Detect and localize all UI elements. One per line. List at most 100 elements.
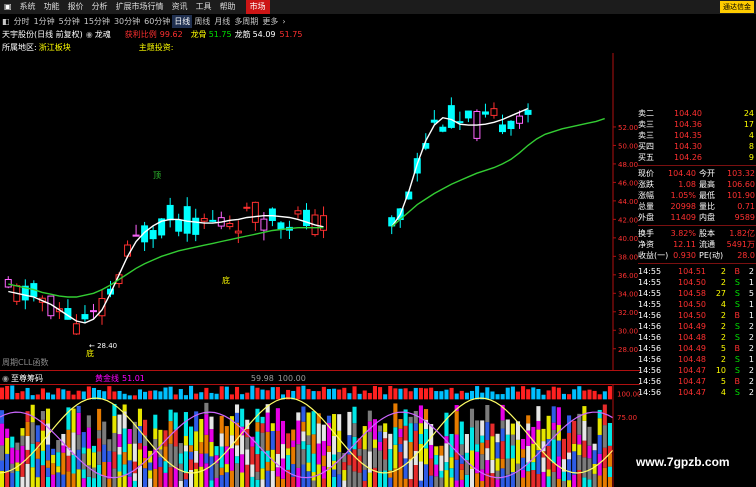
indicator-top-bar [439,391,444,400]
indicator-name[interactable]: 龙魂 [95,29,111,40]
indicator-bar [122,404,127,412]
trade-count: 2 [748,267,754,276]
indicator-bar [480,480,485,487]
menu-system[interactable]: 系统 [16,0,40,14]
period-daily[interactable]: 日线 [172,15,193,28]
app-icon[interactable]: ▣ [0,0,16,14]
indicator-bar [454,480,459,487]
stat-row: 涨幅 1.05% 最低 101.90 [638,190,756,201]
indicator-top-bar [137,389,143,400]
market-button[interactable]: 市场 [245,0,270,14]
order-book-price: 104.30 [674,142,702,151]
menu-analysis[interactable]: 分析 [88,0,112,14]
stat-value: 12.11 [673,240,696,249]
indicator-top-bar [316,391,321,400]
layout-toggle-icon[interactable]: ◧ [0,15,12,28]
annotation-top: 顶 [153,171,161,180]
indicator-bar [148,462,153,471]
indicator-bar [607,476,612,487]
indicator-bar [515,439,521,464]
indicator-bar [398,428,403,438]
indicator-top-bar [127,395,132,400]
order-book-row[interactable]: 买五 104.26 9 [638,152,756,163]
indicator-bar [306,412,311,436]
indicator-top-bar [429,387,434,400]
period-more[interactable]: 更多 [260,15,280,28]
indicator-bar [127,428,132,444]
indicator-top-bar [556,387,561,400]
indicator-top-bar [240,394,245,400]
indicator-bar [418,461,423,481]
indicator-icon[interactable]: ◉ [86,30,93,39]
annotation-bottom-1: 底 [222,275,230,285]
period-5min[interactable]: 5分钟 [57,15,82,28]
indicator-bar [500,458,505,469]
indicator-bar [81,447,86,454]
menu-quote[interactable]: 报价 [64,0,88,14]
period-weekly[interactable]: 周线 [192,15,212,28]
menu-news[interactable]: 资讯 [168,0,192,14]
indicator-bar [71,408,76,433]
corner-button[interactable]: 通达信金 [720,1,754,13]
indicator-bar [352,449,357,472]
indicator-bar [301,449,306,465]
indicator-bar [572,474,577,487]
indicator-bar [158,466,163,487]
indicator-bar [51,448,56,455]
indicator-bar [81,453,86,470]
period-1min[interactable]: 1分钟 [32,15,57,28]
indicator-gear-icon[interactable]: ◉ [2,374,9,383]
stat-value: 1.05% [670,191,696,200]
menu-help[interactable]: 帮助 [216,0,240,14]
candle-up [72,323,80,335]
annotation-low-price: ← 28.40 [89,342,117,350]
indicator-title[interactable]: 至尊筹码 [11,373,43,384]
indicator-bar [97,438,102,452]
trade-volume: 27 [715,289,726,298]
period-30min[interactable]: 30分钟 [112,15,142,28]
indicator-bar [577,434,582,445]
order-book-row[interactable]: 卖三 104.35 4 [638,130,756,141]
period-60min[interactable]: 60分钟 [142,15,172,28]
indicator-bar [469,468,475,487]
indicator-bar [91,452,97,468]
trade-volume: 5 [720,344,726,353]
indicator-bar [362,426,367,450]
indicator-bar [321,424,326,441]
indicator-bar [398,452,403,468]
chevron-right-icon[interactable]: › [280,15,287,28]
order-book-row[interactable]: 买四 104.30 8 [638,141,756,152]
trade-count: 1 [748,355,754,364]
theme-label[interactable]: 主题投资: [139,42,174,53]
indicator-top-bar [229,394,234,400]
period-monthly[interactable]: 月线 [212,15,232,28]
candle-up [260,218,268,231]
candle-down [277,222,285,230]
order-book-row[interactable]: 卖三 104.36 17 [638,119,756,130]
indicator-top-bar [592,390,597,400]
indicator-chart[interactable]: 100.00 75.00 [0,384,640,487]
indicator-bar [342,480,347,487]
menu-extended-market[interactable]: 扩展市场行情 [112,0,168,14]
indicator-top-bar [587,389,592,400]
indicator-bar [265,470,270,487]
indicator-bar [505,419,510,435]
indicator-bar [296,412,301,421]
indicator-bar [260,479,265,487]
period-15min[interactable]: 15分钟 [82,15,112,28]
order-book-row[interactable]: 卖二 104.40 24 [638,108,756,119]
indicator-top-bar [10,385,15,400]
region-value[interactable]: 浙江板块 [39,42,71,53]
indicator-bar [189,426,194,446]
menu-function[interactable]: 功能 [40,0,64,14]
stat-row: 现价 104.40 今开 103.32 [638,168,756,179]
trade-count: 2 [748,333,754,342]
candlestick-chart[interactable]: 52.00 50.00 48.00 46.00 44.00 42.00 40.00 38.00… [0,53,640,371]
indicator-bar [352,406,357,424]
period-timeshare[interactable]: 分时 [12,15,32,28]
indicator-bar [429,444,434,459]
period-multi[interactable]: 多周期 [232,15,260,28]
indicator-bar [265,431,270,451]
menu-tools[interactable]: 工具 [192,0,216,14]
indicator-bar [561,480,567,487]
